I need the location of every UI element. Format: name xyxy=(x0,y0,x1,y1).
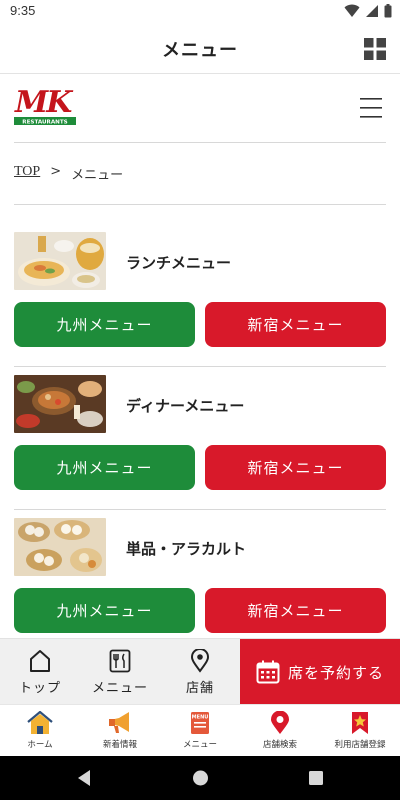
status-time: 9:35 xyxy=(10,3,36,18)
shinjuku-menu-button[interactable]: 新宿メニュー xyxy=(205,588,386,633)
shinjuku-menu-button[interactable]: 新宿メニュー xyxy=(205,302,386,347)
menu-book-icon: MENU xyxy=(191,712,209,734)
tab-menu[interactable]: MENU メニュー xyxy=(160,705,240,757)
mk-restaurants-logo[interactable]: MK RESTAURANTS xyxy=(14,84,78,130)
tab-favorite-store[interactable]: 利用店舗登録 xyxy=(320,705,400,757)
tab-label: メニュー xyxy=(182,740,217,750)
action-store-label: 店舗 xyxy=(185,680,214,696)
action-store-button[interactable]: 店舗 xyxy=(160,639,240,705)
action-bar: トップ メニュー 店舗 席を予約する xyxy=(0,638,400,705)
divider xyxy=(14,142,386,143)
dinner-menu-image xyxy=(14,375,106,433)
tab-label: ホーム xyxy=(27,740,53,750)
section-title: ディナーメニュー xyxy=(126,397,245,415)
lunch-menu-image xyxy=(14,232,106,290)
action-top-button[interactable]: トップ xyxy=(0,639,80,705)
action-top-label: トップ xyxy=(18,680,61,696)
action-menu-button[interactable]: メニュー xyxy=(80,639,160,705)
shinjuku-menu-button[interactable]: 新宿メニュー xyxy=(205,445,386,490)
kyushu-menu-button[interactable]: 九州メニュー xyxy=(14,588,195,633)
tab-label: 利用店舗登録 xyxy=(334,740,386,750)
breadcrumb-top-link[interactable]: TOP xyxy=(14,164,40,183)
back-icon[interactable] xyxy=(76,769,92,787)
calendar-icon xyxy=(256,660,280,684)
section-title: ランチメニュー xyxy=(126,254,232,272)
section-title: 単品・アラカルト xyxy=(126,540,247,558)
svg-text:MENU: MENU xyxy=(192,715,209,721)
location-pin-icon xyxy=(190,648,210,673)
signal-icon xyxy=(366,5,378,17)
tab-label: 新着情報 xyxy=(102,740,137,750)
reserve-table-button[interactable]: 席を予約する xyxy=(240,639,400,705)
map-pin-icon xyxy=(271,711,289,734)
tab-home[interactable]: ホーム xyxy=(0,705,80,757)
breadcrumb: TOP > メニュー xyxy=(14,164,123,183)
home-circle-icon[interactable] xyxy=(192,769,209,787)
svg-text:MK: MK xyxy=(14,85,74,120)
star-bookmark-icon xyxy=(352,712,368,734)
reserve-label: 席を予約する xyxy=(287,663,384,682)
system-icons xyxy=(344,4,392,18)
tab-news[interactable]: 新着情報 xyxy=(80,705,160,757)
system-navigation-bar xyxy=(0,756,400,800)
action-menu-label: メニュー xyxy=(91,680,148,696)
battery-icon xyxy=(384,4,392,18)
tab-label: 店舗検索 xyxy=(262,740,297,750)
cutlery-icon xyxy=(109,649,131,672)
a-la-carte-menu-image xyxy=(14,518,106,576)
hamburger-menu-icon[interactable] xyxy=(360,97,382,119)
bottom-tab-bar: ホーム 新着情報 MENU メニュー 店舗検索 利用店舗登録 xyxy=(0,704,400,756)
recents-icon[interactable] xyxy=(308,769,324,787)
wifi-icon xyxy=(344,4,360,17)
kyushu-menu-button[interactable]: 九州メニュー xyxy=(14,445,195,490)
breadcrumb-current: メニュー xyxy=(71,168,124,183)
site-header: MK RESTAURANTS xyxy=(0,74,400,142)
home-icon xyxy=(27,711,53,734)
tab-store-search[interactable]: 店舗検索 xyxy=(240,705,320,757)
house-outline-icon xyxy=(30,649,50,672)
divider xyxy=(14,204,386,205)
grid-icon[interactable] xyxy=(364,38,386,60)
status-bar: 9:35 xyxy=(0,0,400,24)
page-title: メニュー xyxy=(162,40,238,61)
kyushu-menu-button[interactable]: 九州メニュー xyxy=(14,302,195,347)
divider xyxy=(14,509,386,510)
svg-text:RESTAURANTS: RESTAURANTS xyxy=(22,120,67,126)
app-bar: メニュー xyxy=(0,24,400,74)
divider xyxy=(14,366,386,367)
breadcrumb-separator: > xyxy=(50,164,62,179)
megaphone-icon xyxy=(109,712,129,733)
